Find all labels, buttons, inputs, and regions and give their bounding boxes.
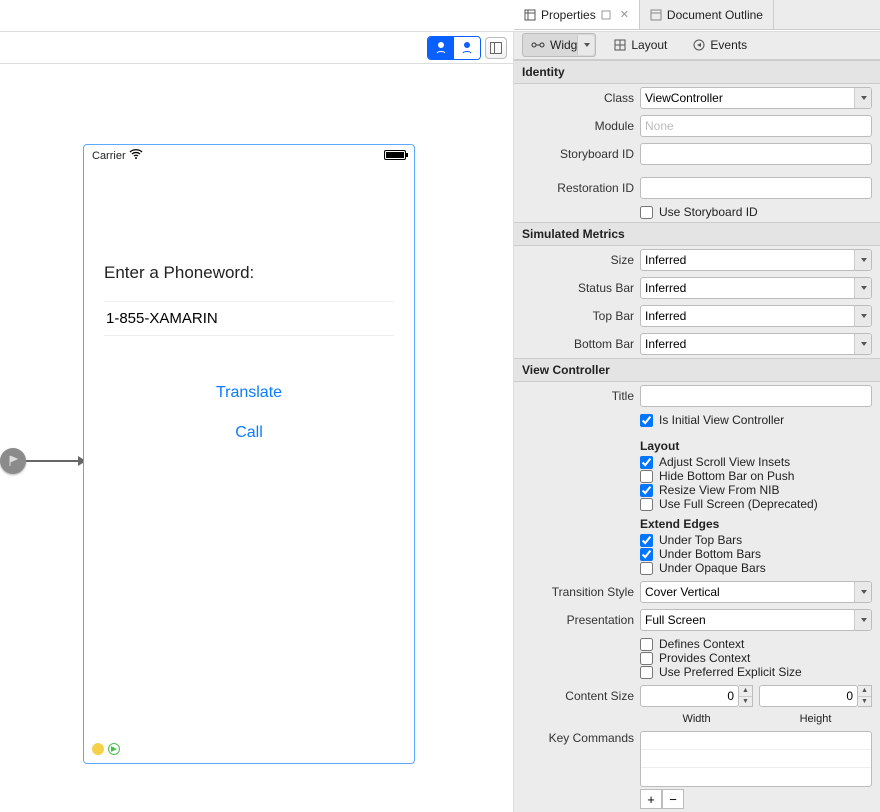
- call-button[interactable]: Call: [104, 424, 394, 442]
- resize-nib-label: Resize View From NIB: [659, 483, 779, 497]
- size-select[interactable]: Inferred: [640, 249, 872, 271]
- storyboard-id-label: Storyboard ID: [522, 147, 634, 161]
- mode-widget-label: Widget: [550, 38, 587, 52]
- topbar-label: Top Bar: [522, 309, 634, 323]
- warning-dot-icon: [92, 743, 104, 755]
- key-commands-list[interactable]: [640, 731, 872, 787]
- mode-layout[interactable]: Layout: [606, 34, 675, 56]
- remove-key-command-button[interactable]: −: [662, 789, 684, 809]
- under-bottom-check[interactable]: [640, 548, 653, 561]
- storyboard-canvas[interactable]: Carrier Enter a Phoneword: Translate Cal…: [0, 64, 513, 812]
- section-simulated: Simulated Metrics: [514, 222, 880, 246]
- entry-point-icon: [0, 448, 26, 474]
- tab-document-outline[interactable]: Document Outline: [640, 0, 774, 29]
- tab-properties[interactable]: Properties ✕: [514, 0, 640, 29]
- run-dot-icon: [108, 743, 120, 755]
- use-pref-size-label: Use Preferred Explicit Size: [659, 665, 802, 679]
- adjust-insets-label: Adjust Scroll View Insets: [659, 455, 790, 469]
- defines-context-label: Defines Context: [659, 637, 744, 651]
- width-stepper[interactable]: ▲▼: [739, 685, 753, 707]
- wifi-icon: [129, 149, 143, 162]
- section-view-controller: View Controller: [514, 358, 880, 382]
- width-field[interactable]: [640, 685, 739, 707]
- restoration-id-field[interactable]: [640, 177, 872, 199]
- bottombar-select[interactable]: Inferred: [640, 333, 872, 355]
- phoneword-input[interactable]: [104, 301, 394, 336]
- widget-icon: [531, 40, 545, 50]
- defines-context-check[interactable]: [640, 638, 653, 651]
- tab-outline-label: Document Outline: [667, 8, 763, 22]
- bottombar-label: Bottom Bar: [522, 337, 634, 351]
- statusbar-select[interactable]: Inferred: [640, 277, 872, 299]
- outline-icon: [650, 9, 662, 21]
- width-sublabel: Width: [640, 713, 753, 725]
- presentation-select[interactable]: Full Screen: [640, 609, 872, 631]
- layout-heading: Layout: [640, 439, 872, 453]
- key-commands-label: Key Commands: [522, 731, 634, 745]
- title-field[interactable]: [640, 385, 872, 407]
- mode-widget[interactable]: Widget: [522, 33, 596, 57]
- view-controller-scene[interactable]: Carrier Enter a Phoneword: Translate Cal…: [83, 144, 415, 764]
- phoneword-prompt-label: Enter a Phoneword:: [104, 263, 394, 283]
- initial-vc-arrow[interactable]: [0, 448, 86, 474]
- add-key-command-button[interactable]: +: [640, 789, 662, 809]
- class-label: Class: [522, 91, 634, 105]
- phone-status-bar: Carrier: [84, 145, 414, 165]
- presentation-label: Presentation: [522, 613, 634, 627]
- properties-icon: [524, 9, 536, 21]
- section-identity: Identity: [514, 60, 880, 84]
- events-icon: [693, 39, 705, 51]
- resize-nib-check[interactable]: [640, 484, 653, 497]
- height-stepper[interactable]: ▲▼: [858, 685, 872, 707]
- provides-context-check[interactable]: [640, 652, 653, 665]
- tab-properties-label: Properties: [541, 8, 596, 22]
- module-label: Module: [522, 119, 634, 133]
- under-opaque-label: Under Opaque Bars: [659, 561, 766, 575]
- use-full-label: Use Full Screen (Deprecated): [659, 497, 818, 511]
- class-select[interactable]: ViewController: [640, 87, 872, 109]
- transition-label: Transition Style: [522, 585, 634, 599]
- statusbar-label: Status Bar: [522, 281, 634, 295]
- adjust-insets-check[interactable]: [640, 456, 653, 469]
- is-initial-label: Is Initial View Controller: [659, 413, 784, 427]
- storyboard-id-field[interactable]: [640, 143, 872, 165]
- transition-select[interactable]: Cover Vertical: [640, 581, 872, 603]
- under-top-check[interactable]: [640, 534, 653, 547]
- size-label: Size: [522, 253, 634, 267]
- translate-button[interactable]: Translate: [104, 384, 394, 402]
- under-bottom-label: Under Bottom Bars: [659, 547, 761, 561]
- hide-bottom-check[interactable]: [640, 470, 653, 483]
- constraint-mode-frame[interactable]: [428, 37, 454, 59]
- pin-icon[interactable]: [601, 10, 611, 20]
- use-full-check[interactable]: [640, 498, 653, 511]
- constraint-mode-segmented[interactable]: [427, 36, 481, 60]
- layout-icon: [614, 39, 626, 51]
- restoration-id-label: Restoration ID: [522, 181, 634, 195]
- under-top-label: Under Top Bars: [659, 533, 742, 547]
- close-icon[interactable]: ✕: [620, 8, 629, 21]
- outline-toggle-button[interactable]: [485, 37, 507, 59]
- mode-events[interactable]: Events: [685, 34, 755, 56]
- mode-events-label: Events: [710, 38, 747, 52]
- constraint-mode-constraint[interactable]: [454, 37, 480, 59]
- title-label: Title: [522, 389, 634, 403]
- use-pref-size-check[interactable]: [640, 666, 653, 679]
- mode-layout-label: Layout: [631, 38, 667, 52]
- hide-bottom-label: Hide Bottom Bar on Push: [659, 469, 794, 483]
- extend-heading: Extend Edges: [640, 517, 872, 531]
- topbar-select[interactable]: Inferred: [640, 305, 872, 327]
- height-field[interactable]: [759, 685, 858, 707]
- battery-icon: [384, 150, 406, 160]
- under-opaque-check[interactable]: [640, 562, 653, 575]
- use-storyboard-id-check[interactable]: [640, 206, 653, 219]
- height-sublabel: Height: [759, 713, 872, 725]
- use-storyboard-id-label: Use Storyboard ID: [659, 205, 758, 219]
- carrier-label: Carrier: [92, 150, 126, 162]
- content-size-label: Content Size: [522, 689, 634, 703]
- module-field[interactable]: [640, 115, 872, 137]
- provides-context-label: Provides Context: [659, 651, 750, 665]
- is-initial-check[interactable]: [640, 414, 653, 427]
